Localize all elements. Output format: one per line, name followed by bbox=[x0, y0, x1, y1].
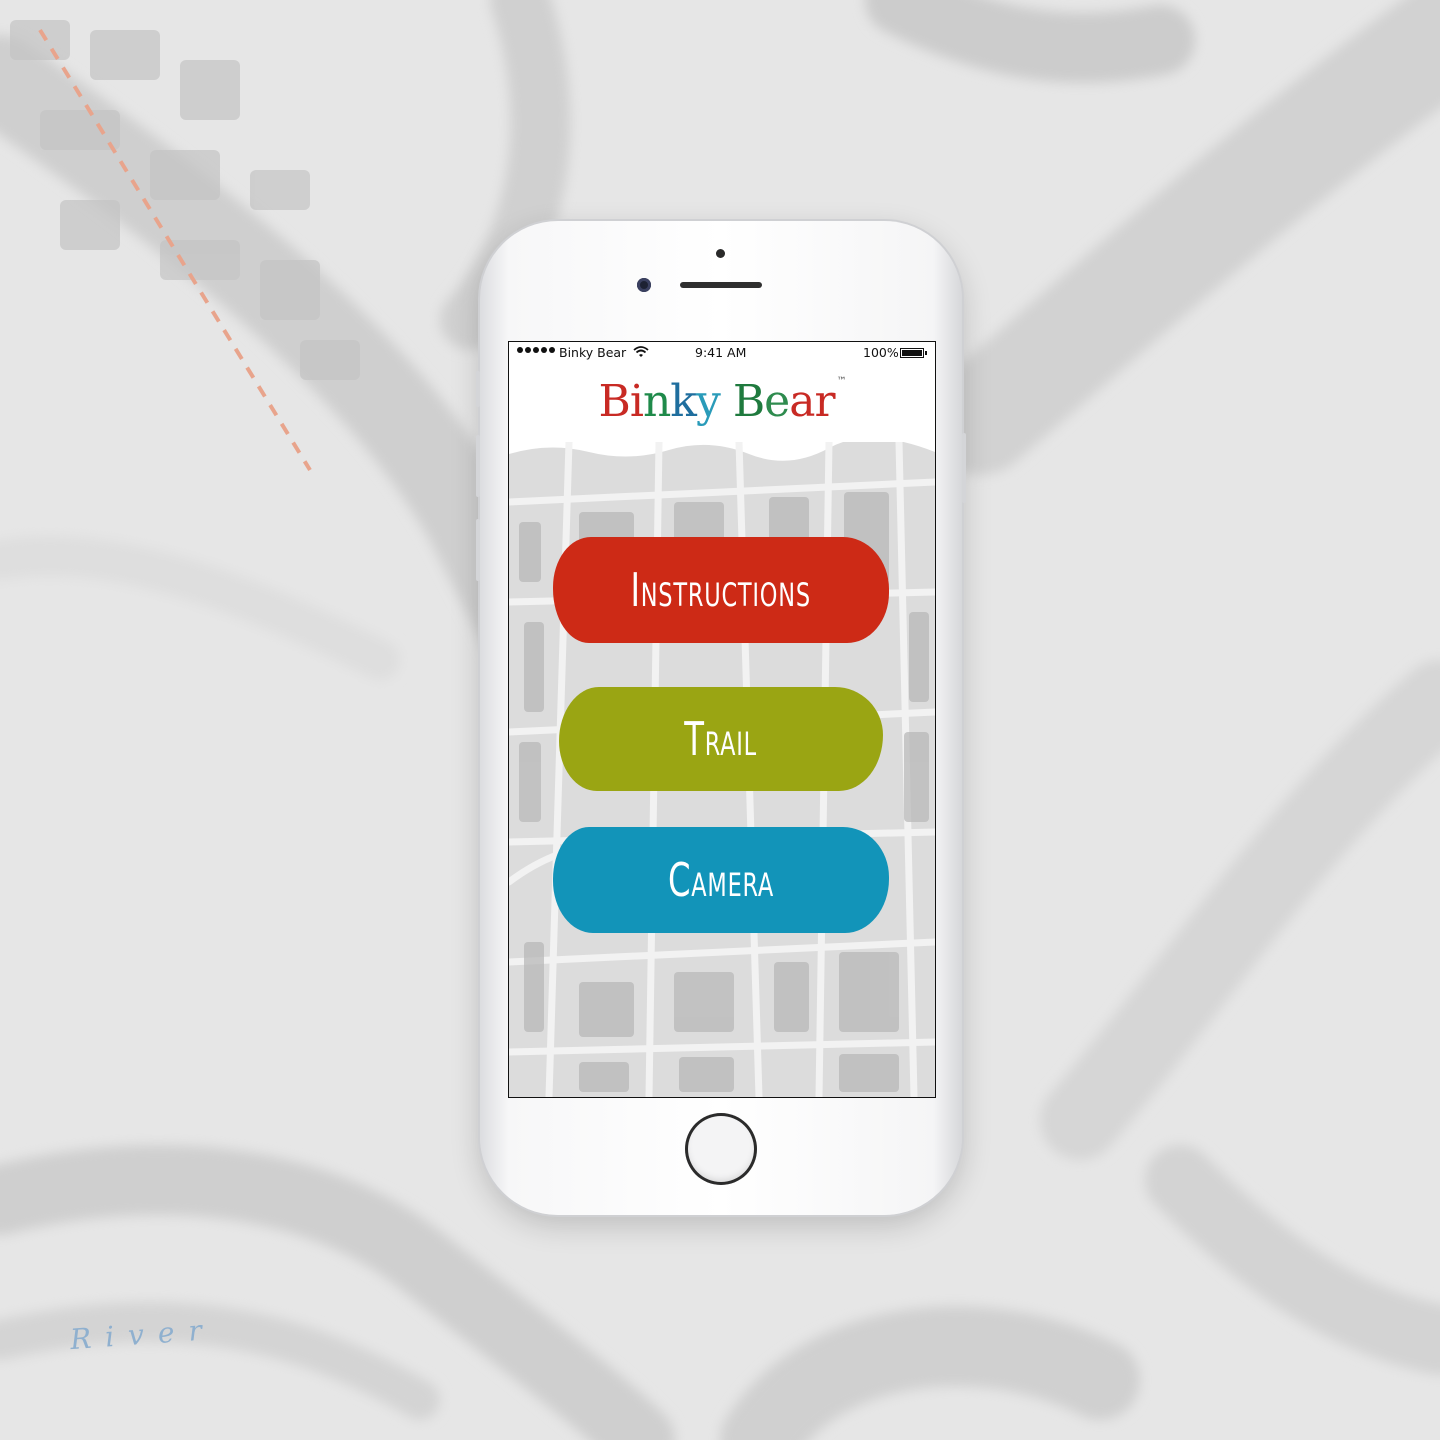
signal-strength-icon bbox=[517, 347, 555, 353]
logo-letter: a bbox=[789, 376, 815, 427]
volume-down-button bbox=[476, 519, 480, 581]
logo-letter: r bbox=[814, 376, 835, 427]
logo-letter: n bbox=[642, 376, 671, 427]
camera-button[interactable]: Camera bbox=[553, 827, 889, 933]
battery-icon bbox=[900, 348, 927, 358]
app-logo: Binky Bear ™ bbox=[509, 376, 935, 427]
logo-letter: i bbox=[629, 376, 644, 427]
home-button[interactable] bbox=[685, 1113, 757, 1185]
wifi-icon bbox=[633, 346, 649, 357]
trail-button[interactable]: Trail bbox=[559, 687, 883, 791]
status-time: 9:41 AM bbox=[695, 345, 747, 360]
logo-letter: y bbox=[695, 376, 721, 427]
logo-letter: B bbox=[732, 376, 765, 427]
logo-letter: B bbox=[598, 376, 631, 427]
camera-button-label: Camera bbox=[667, 853, 775, 907]
proximity-sensor bbox=[716, 249, 725, 258]
instructions-button-label: Instructions bbox=[630, 563, 812, 617]
power-button bbox=[962, 433, 966, 503]
phone-screen: Binky Bear 9:41 AM 100% Binky Bear ™ Ins… bbox=[508, 341, 936, 1098]
battery-percent: 100% bbox=[863, 345, 899, 360]
instructions-button[interactable]: Instructions bbox=[553, 537, 889, 643]
phone-mockup: Binky Bear 9:41 AM 100% Binky Bear ™ Ins… bbox=[476, 221, 966, 1215]
logo-letter: e bbox=[764, 376, 790, 427]
status-bar: Binky Bear 9:41 AM 100% bbox=[509, 342, 935, 364]
trademark-symbol: ™ bbox=[836, 376, 846, 387]
earpiece-speaker bbox=[680, 282, 762, 288]
volume-up-button bbox=[476, 435, 480, 497]
front-camera bbox=[637, 278, 651, 292]
logo-letter bbox=[720, 376, 733, 427]
carrier-name: Binky Bear bbox=[559, 345, 627, 360]
trail-button-label: Trail bbox=[684, 712, 758, 766]
logo-letter: k bbox=[670, 376, 697, 427]
silent-switch bbox=[476, 371, 480, 407]
